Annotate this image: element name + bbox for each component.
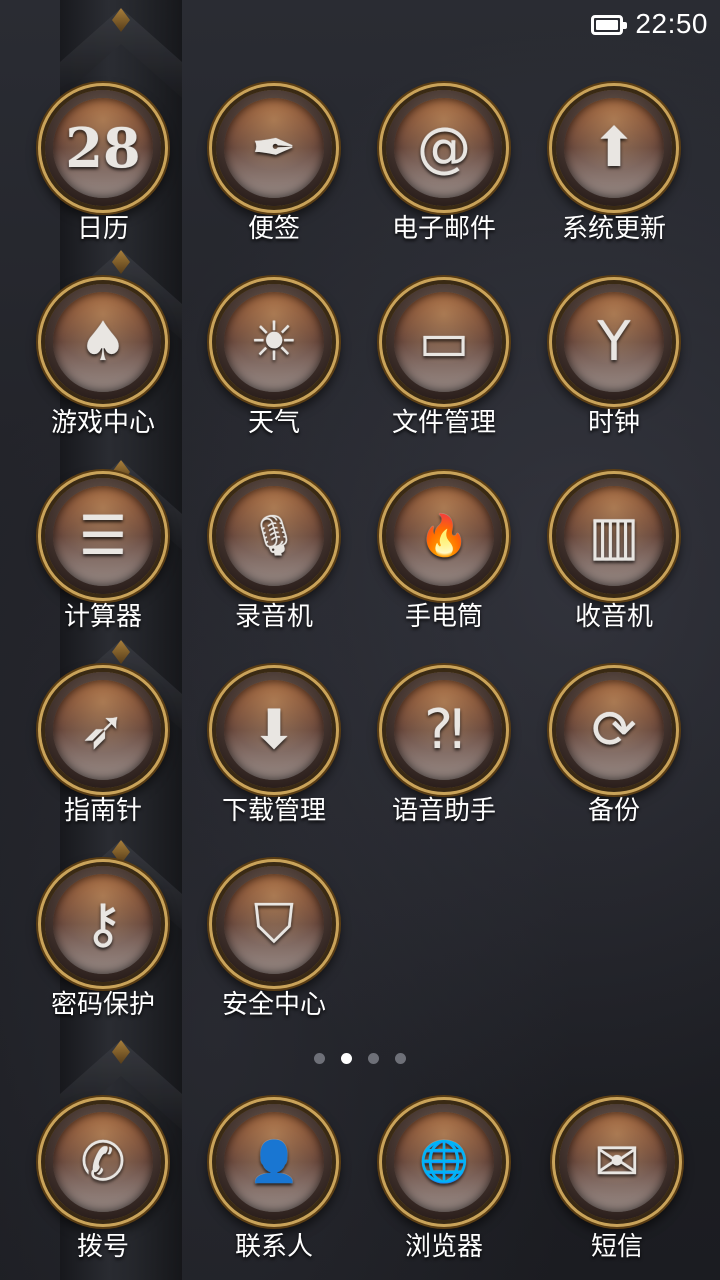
app-compass[interactable]: ➶ 指南针 xyxy=(18,672,188,852)
sync-icon: ⟳ xyxy=(556,672,672,788)
app-label: 联系人 xyxy=(234,1232,313,1262)
dock-contacts[interactable]: 👤 联系人 xyxy=(189,1104,359,1280)
app-voice-assistant[interactable]: ⁈ 语音助手 xyxy=(359,672,529,852)
folder-icon: ▭ xyxy=(386,284,502,400)
app-label: 密码保护 xyxy=(50,990,155,1020)
app-label: 短信 xyxy=(590,1232,643,1262)
app-clock[interactable]: Y 时钟 xyxy=(529,284,699,464)
app-label: 计算器 xyxy=(63,602,142,632)
up-arrow-icon: ⬆ xyxy=(556,90,672,206)
app-label: 游戏中心 xyxy=(50,408,155,438)
app-recorder[interactable]: 🎙 录音机 xyxy=(189,478,359,658)
microphone-icon: 🎙 xyxy=(216,478,332,594)
app-download-manager[interactable]: ⬇ 下载管理 xyxy=(189,672,359,852)
app-label: 浏览器 xyxy=(404,1232,483,1262)
app-calculator[interactable]: ☰ 计算器 xyxy=(18,478,188,658)
app-label: 日历 xyxy=(76,214,129,244)
sun-icon: ☀ xyxy=(216,284,332,400)
app-label: 下载管理 xyxy=(221,796,326,826)
voice-assistant-icon: ⁈ xyxy=(386,672,502,788)
message-icon: ✉ xyxy=(559,1104,675,1220)
clock-icon: Y xyxy=(556,284,672,400)
flame-icon: 🔥 xyxy=(386,478,502,594)
status-bar: 22:50 xyxy=(0,0,720,54)
pen-nib-icon: ✒ xyxy=(216,90,332,206)
calculator-icon: ☰ xyxy=(45,478,161,594)
keyhole-icon: ⚷ xyxy=(45,866,161,982)
radio-icon: ▥ xyxy=(556,478,672,594)
app-file-manager[interactable]: ▭ 文件管理 xyxy=(359,284,529,464)
app-label: 天气 xyxy=(247,408,300,438)
app-backup[interactable]: ⟳ 备份 xyxy=(529,672,699,852)
app-notes[interactable]: ✒ 便签 xyxy=(189,90,359,270)
dock-messages[interactable]: ✉ 短信 xyxy=(532,1104,702,1280)
app-password-protection[interactable]: ⚷ 密码保护 xyxy=(18,866,188,1046)
compass-icon: ➶ xyxy=(45,672,161,788)
shield-icon: ⛉ xyxy=(216,866,332,982)
app-system-update[interactable]: ⬆ 系统更新 xyxy=(529,90,699,270)
at-sign-icon: @ xyxy=(386,90,502,206)
app-label: 拨号 xyxy=(76,1232,129,1262)
app-game-center[interactable]: ♠ 游戏中心 xyxy=(18,284,188,464)
dock-phone[interactable]: ✆ 拨号 xyxy=(18,1104,188,1280)
app-label: 便签 xyxy=(247,214,300,244)
spade-icon: ♠ xyxy=(45,284,161,400)
app-label: 电子邮件 xyxy=(391,214,496,244)
app-radio[interactable]: ▥ 收音机 xyxy=(529,478,699,658)
app-label: 手电筒 xyxy=(404,602,483,632)
page-indicator[interactable] xyxy=(0,1049,720,1064)
home-screen: 22:50 28 日历 ✒ 便签 @ 电子邮件 ⬆ 系统更新 ♠ 游戏中心 ☀ … xyxy=(0,0,720,1280)
app-calendar[interactable]: 28 日历 xyxy=(18,90,188,270)
app-email[interactable]: @ 电子邮件 xyxy=(359,90,529,270)
page-dot[interactable] xyxy=(395,1053,406,1064)
calendar-icon: 28 xyxy=(45,90,161,206)
app-security-center[interactable]: ⛉ 安全中心 xyxy=(189,866,359,1046)
app-label: 录音机 xyxy=(234,602,313,632)
app-label: 备份 xyxy=(587,796,640,826)
battery-full-icon xyxy=(591,15,627,35)
app-weather[interactable]: ☀ 天气 xyxy=(189,284,359,464)
app-label: 时钟 xyxy=(587,408,640,438)
page-dot-active[interactable] xyxy=(341,1053,352,1064)
page-dot[interactable] xyxy=(314,1053,325,1064)
globe-icon: 🌐 xyxy=(386,1104,502,1220)
app-label: 文件管理 xyxy=(391,408,496,438)
dock-browser[interactable]: 🌐 浏览器 xyxy=(359,1104,529,1280)
page-dot[interactable] xyxy=(368,1053,379,1064)
app-label: 指南针 xyxy=(63,796,142,826)
app-flashlight[interactable]: 🔥 手电筒 xyxy=(359,478,529,658)
app-label: 安全中心 xyxy=(221,990,326,1020)
app-label: 系统更新 xyxy=(561,214,666,244)
contact-person-icon: 👤 xyxy=(216,1104,332,1220)
phone-icon: ✆ xyxy=(45,1104,161,1220)
status-time: 22:50 xyxy=(635,8,708,39)
app-label: 语音助手 xyxy=(391,796,496,826)
app-label: 收音机 xyxy=(574,602,653,632)
download-icon: ⬇ xyxy=(216,672,332,788)
